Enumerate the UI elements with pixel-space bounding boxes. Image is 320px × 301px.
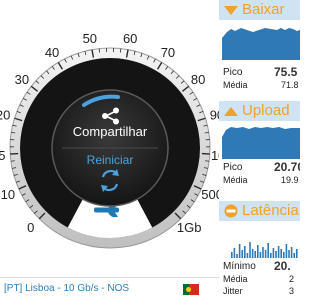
latency-graph bbox=[219, 228, 300, 258]
upload-panel: Upload Pico 20.70 Média 19.9 bbox=[219, 95, 300, 195]
upload-peak-label: Pico bbox=[223, 162, 242, 173]
download-avg-row: Média 71.8 bbox=[223, 80, 300, 92]
server-info[interactable]: [PT] Lisboa - 10 Gb/s - NOS bbox=[4, 283, 129, 294]
latency-bar bbox=[249, 242, 251, 258]
gauge-minor-tick bbox=[205, 161, 209, 162]
gauge-scale-label: 500 bbox=[201, 187, 219, 202]
latency-panel: Latência Mínimo 20. Média 2 Jitter 3 bbox=[219, 195, 300, 300]
portugal-flag-icon bbox=[183, 284, 199, 295]
latency-bar bbox=[247, 253, 249, 258]
gauge-scale-label: 80 bbox=[191, 72, 205, 87]
latency-bar bbox=[275, 251, 277, 258]
latency-bar bbox=[244, 246, 246, 258]
status-bar: [PT] Lisboa - 10 Gb/s - NOS bbox=[0, 277, 219, 301]
latency-avg-row: Média 2 bbox=[223, 274, 300, 286]
arrow-down-icon bbox=[224, 6, 238, 15]
latency-bar bbox=[288, 250, 290, 258]
upload-peak-row: Pico 20.70 bbox=[223, 162, 300, 174]
arrow-up-icon bbox=[224, 107, 238, 116]
upload-peak-value: 20.70 bbox=[274, 160, 300, 174]
download-avg-label: Média bbox=[223, 80, 248, 90]
download-peak-row: Pico 75.5 bbox=[223, 67, 300, 79]
latency-bar bbox=[265, 250, 267, 258]
latency-header: Latência bbox=[219, 201, 300, 221]
gauge-scale-label: 60 bbox=[123, 31, 137, 46]
gauge-scale-label: 0 bbox=[27, 220, 34, 235]
upload-avg-row: Média 19.9 bbox=[223, 175, 300, 187]
latency-bar bbox=[262, 247, 264, 258]
download-graph bbox=[219, 20, 300, 60]
latency-bar bbox=[293, 253, 295, 258]
latency-bar bbox=[252, 249, 254, 258]
restart-button[interactable]: Reiniciar bbox=[87, 153, 134, 167]
upload-avg-value: 19.9 bbox=[281, 175, 299, 185]
latency-bar bbox=[278, 246, 280, 258]
upload-header: Upload bbox=[219, 101, 300, 121]
latency-jitter-row: Jitter 3 bbox=[223, 286, 300, 298]
latency-bar bbox=[270, 253, 272, 258]
latency-title: Latência bbox=[242, 202, 299, 219]
latency-min-label: Mínimo bbox=[223, 261, 256, 272]
upload-graph bbox=[219, 121, 300, 159]
gauge-scale-label: 50 bbox=[83, 31, 97, 46]
latency-bar bbox=[234, 248, 236, 258]
latency-bar bbox=[236, 254, 238, 258]
share-button[interactable]: Compartilhar bbox=[73, 124, 148, 139]
gauge-scale-label: 70 bbox=[161, 45, 175, 60]
latency-bar bbox=[260, 252, 262, 258]
latency-jitter-value: 3 bbox=[289, 286, 294, 296]
download-panel: Baixar Pico 75.5 Média 71.8 bbox=[219, 0, 300, 95]
speed-gauge: Compartilhar Reiniciar 0 10 15 20 30 40 50 60 70… bbox=[0, 0, 219, 277]
latency-min-value: 20. bbox=[274, 259, 291, 273]
latency-bar bbox=[286, 244, 288, 258]
download-title: Baixar bbox=[242, 1, 285, 18]
latency-bar bbox=[239, 244, 241, 258]
upload-avg-label: Média bbox=[223, 175, 248, 185]
gauge-scale-label: 20 bbox=[0, 108, 10, 123]
latency-bar bbox=[280, 249, 282, 258]
latency-bar bbox=[254, 251, 256, 258]
gauge-scale-label: 40 bbox=[45, 45, 59, 60]
latency-min-row: Mínimo 20. bbox=[223, 261, 300, 273]
download-peak-label: Pico bbox=[223, 67, 242, 78]
latency-avg-value: 2 bbox=[289, 274, 294, 284]
download-peak-value: 75.5 bbox=[274, 65, 297, 79]
latency-bar bbox=[257, 245, 259, 258]
latency-icon bbox=[224, 204, 238, 218]
gauge-scale-label: 30 bbox=[15, 72, 29, 87]
gauge-minor-tick bbox=[11, 161, 15, 162]
upload-title: Upload bbox=[242, 102, 290, 119]
latency-bar bbox=[283, 252, 285, 258]
latency-bar bbox=[267, 243, 269, 258]
latency-avg-label: Média bbox=[223, 274, 248, 284]
latency-bar bbox=[291, 247, 293, 258]
gauge-scale-label: 1Gb bbox=[177, 220, 202, 235]
gauge-scale-label: 10 bbox=[1, 187, 15, 202]
download-header: Baixar bbox=[219, 0, 300, 20]
latency-jitter-label: Jitter bbox=[223, 286, 243, 296]
gauge-scale-label: 15 bbox=[0, 148, 5, 163]
gauge-scale-label: 90 bbox=[210, 108, 219, 123]
latency-bar bbox=[241, 250, 243, 258]
latency-bar bbox=[273, 248, 275, 258]
latency-bar bbox=[231, 252, 233, 258]
download-avg-value: 71.8 bbox=[281, 80, 299, 90]
gauge-scale-label: 100 bbox=[211, 148, 219, 163]
latency-bar bbox=[296, 249, 298, 258]
